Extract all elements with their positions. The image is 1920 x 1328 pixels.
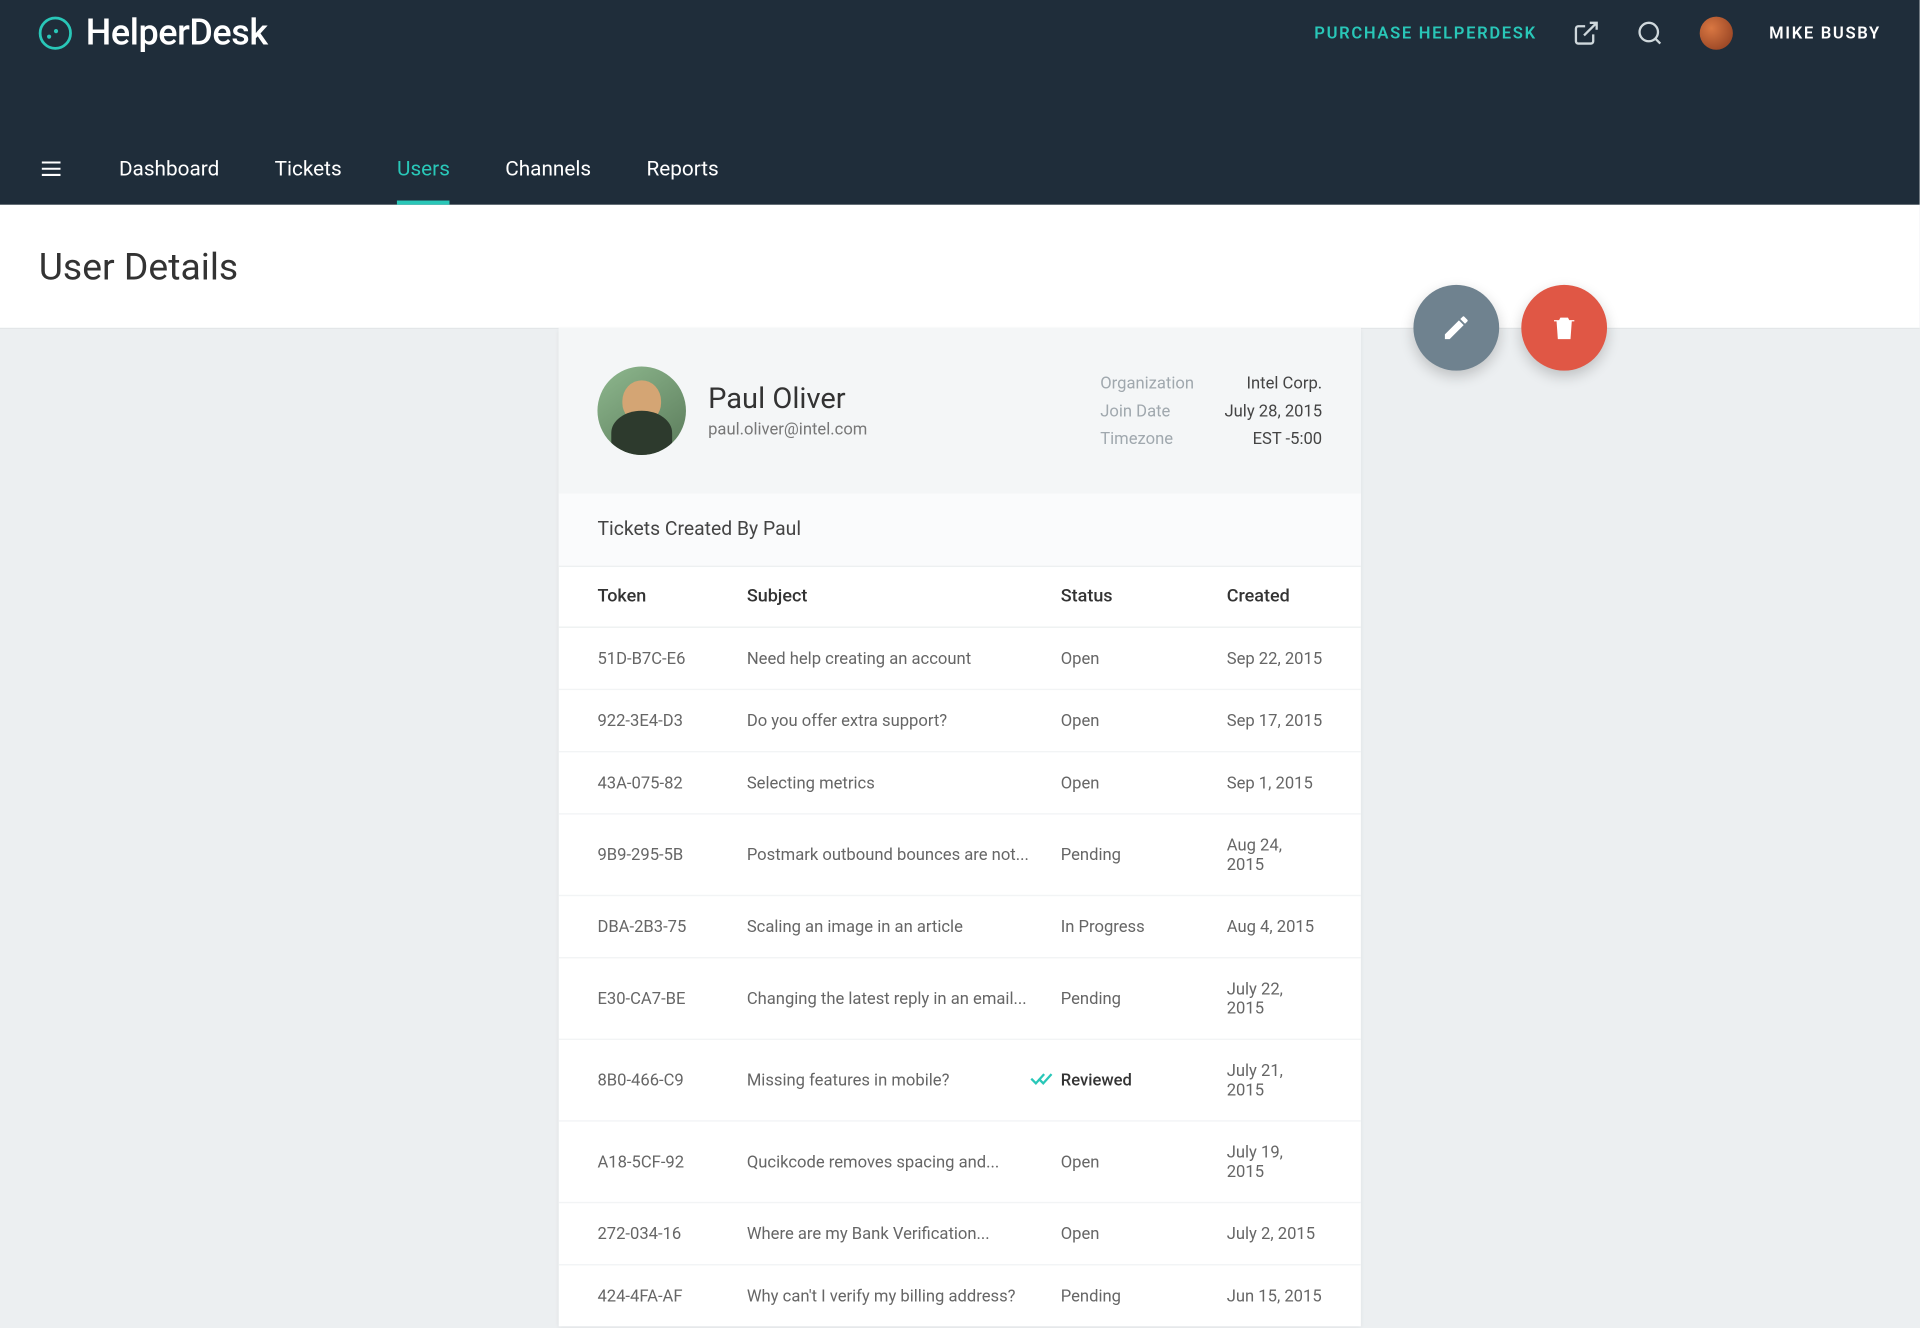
cell-status: Pending bbox=[1061, 1286, 1227, 1305]
pencil-icon bbox=[1441, 313, 1471, 343]
cell-token: 272-034-16 bbox=[597, 1224, 746, 1243]
table-row[interactable]: 43A-075-82Selecting metricsOpenSep 1, 20… bbox=[559, 752, 1361, 814]
cell-status: Open bbox=[1061, 1152, 1227, 1171]
meta-tz-label: Timezone bbox=[1100, 429, 1194, 448]
avatar bbox=[597, 366, 686, 455]
cell-created: Aug 24, 2015 bbox=[1227, 835, 1322, 874]
cell-token: E30-CA7-BE bbox=[597, 989, 746, 1008]
cell-created: Sep 1, 2015 bbox=[1227, 773, 1322, 792]
table-row[interactable]: DBA-2B3-75Scaling an image in an article… bbox=[559, 896, 1361, 958]
cell-token: 9B9-295-5B bbox=[597, 845, 746, 864]
page-title-bar: User Details bbox=[0, 205, 1920, 329]
cell-status: Open bbox=[1061, 711, 1227, 730]
cell-subject: Changing the latest reply in an email... bbox=[747, 989, 1061, 1008]
cell-created: Sep 22, 2015 bbox=[1227, 649, 1322, 668]
user-avatar-icon[interactable] bbox=[1700, 17, 1733, 50]
cell-created: Aug 4, 2015 bbox=[1227, 917, 1322, 936]
meta-org-label: Organization bbox=[1100, 373, 1194, 392]
col-token: Token bbox=[597, 586, 746, 607]
action-buttons bbox=[1413, 285, 1607, 371]
tickets-section-title: Tickets Created By Paul bbox=[559, 494, 1361, 567]
purchase-link[interactable]: PURCHASE HELPERDESK bbox=[1314, 24, 1537, 43]
table-row[interactable]: E30-CA7-BEChanging the latest reply in a… bbox=[559, 958, 1361, 1040]
col-created: Created bbox=[1227, 586, 1322, 607]
nav-item-users[interactable]: Users bbox=[397, 133, 450, 205]
app-header: HelperDesk PURCHASE HELPERDESK MIKE BUSB… bbox=[0, 0, 1920, 205]
current-user-name[interactable]: MIKE BUSBY bbox=[1769, 24, 1881, 43]
table-header: Token Subject Status Created bbox=[559, 567, 1361, 628]
cell-token: 43A-075-82 bbox=[597, 773, 746, 792]
brand-name: HelperDesk bbox=[86, 12, 268, 53]
cell-status: Open bbox=[1061, 649, 1227, 668]
cell-created: July 19, 2015 bbox=[1227, 1142, 1322, 1181]
open-external-icon[interactable] bbox=[1573, 19, 1601, 47]
edit-button[interactable] bbox=[1413, 285, 1499, 371]
cell-created: Jun 15, 2015 bbox=[1227, 1286, 1322, 1305]
table-row[interactable]: A18-5CF-92Qucikcode removes spacing and.… bbox=[559, 1122, 1361, 1204]
meta-tz-value: EST -5:00 bbox=[1224, 429, 1322, 448]
cell-token: 922-3E4-D3 bbox=[597, 711, 746, 730]
meta-join-label: Join Date bbox=[1100, 401, 1194, 420]
nav-item-channels[interactable]: Channels bbox=[505, 133, 591, 205]
cell-subject: Where are my Bank Verification... bbox=[747, 1224, 1061, 1243]
table-row[interactable]: 272-034-16Where are my Bank Verification… bbox=[559, 1203, 1361, 1265]
meta-join-value: July 28, 2015 bbox=[1224, 401, 1322, 420]
cell-created: Sep 17, 2015 bbox=[1227, 711, 1322, 730]
cell-created: July 22, 2015 bbox=[1227, 979, 1322, 1018]
cell-status: In Progress bbox=[1061, 917, 1227, 936]
content-area: Paul Oliver paul.oliver@intel.com Organi… bbox=[0, 329, 1920, 1328]
double-check-icon bbox=[1030, 1070, 1052, 1091]
cell-token: DBA-2B3-75 bbox=[597, 917, 746, 936]
cell-subject: Missing features in mobile? bbox=[747, 1070, 1061, 1089]
table-row[interactable]: 922-3E4-D3Do you offer extra support?Ope… bbox=[559, 690, 1361, 752]
cell-status: Reviewed bbox=[1030, 1070, 1226, 1091]
nav-item-tickets[interactable]: Tickets bbox=[275, 133, 342, 205]
cell-subject: Postmark outbound bounces are not... bbox=[747, 845, 1061, 864]
cell-token: 8B0-466-C9 bbox=[597, 1070, 746, 1089]
header-top: HelperDesk PURCHASE HELPERDESK MIKE BUSB… bbox=[0, 0, 1920, 133]
cell-status: Pending bbox=[1061, 989, 1227, 1008]
nav-item-reports[interactable]: Reports bbox=[646, 133, 718, 205]
cell-status: Open bbox=[1061, 1224, 1227, 1243]
page-title: User Details bbox=[39, 244, 238, 288]
hamburger-icon[interactable] bbox=[39, 156, 64, 181]
cell-token: A18-5CF-92 bbox=[597, 1152, 746, 1171]
brand-logo[interactable]: HelperDesk bbox=[39, 12, 268, 53]
meta-org-value: Intel Corp. bbox=[1224, 373, 1322, 392]
cell-subject: Need help creating an account bbox=[747, 649, 1061, 668]
cell-subject: Selecting metrics bbox=[747, 773, 1061, 792]
cell-created: July 2, 2015 bbox=[1227, 1224, 1322, 1243]
table-row[interactable]: 424-4FA-AFWhy can't I verify my billing … bbox=[559, 1265, 1361, 1326]
nav-item-dashboard[interactable]: Dashboard bbox=[119, 133, 219, 205]
col-status: Status bbox=[1061, 586, 1227, 607]
main-nav: Dashboard Tickets Users Channels Reports bbox=[0, 133, 1920, 205]
cell-subject: Scaling an image in an article bbox=[747, 917, 1061, 936]
search-icon[interactable] bbox=[1636, 19, 1664, 47]
trash-icon bbox=[1549, 313, 1579, 343]
cell-token: 51D-B7C-E6 bbox=[597, 649, 746, 668]
table-row[interactable]: 9B9-295-5BPostmark outbound bounces are … bbox=[559, 815, 1361, 897]
col-subject: Subject bbox=[747, 586, 1061, 607]
user-card: Paul Oliver paul.oliver@intel.com Organi… bbox=[559, 328, 1361, 1327]
table-row[interactable]: 8B0-466-C9Missing features in mobile?Rev… bbox=[559, 1040, 1361, 1122]
user-email: paul.oliver@intel.com bbox=[708, 419, 867, 438]
cell-subject: Do you offer extra support? bbox=[747, 711, 1061, 730]
logo-mark-icon bbox=[39, 17, 72, 50]
header-right: PURCHASE HELPERDESK MIKE BUSBY bbox=[1314, 17, 1881, 50]
cell-status: Pending bbox=[1061, 845, 1227, 864]
delete-button[interactable] bbox=[1521, 285, 1607, 371]
table-row[interactable]: 51D-B7C-E6Need help creating an accountO… bbox=[559, 628, 1361, 690]
cell-created: July 21, 2015 bbox=[1227, 1061, 1322, 1100]
user-name: Paul Oliver bbox=[708, 383, 867, 416]
cell-status: Open bbox=[1061, 773, 1227, 792]
cell-subject: Qucikcode removes spacing and... bbox=[747, 1152, 1061, 1171]
user-header: Paul Oliver paul.oliver@intel.com Organi… bbox=[559, 328, 1361, 494]
cell-subject: Why can't I verify my billing address? bbox=[747, 1286, 1061, 1305]
cell-token: 424-4FA-AF bbox=[597, 1286, 746, 1305]
user-meta: Organization Intel Corp. Join Date July … bbox=[1100, 373, 1322, 448]
user-identity: Paul Oliver paul.oliver@intel.com bbox=[597, 366, 867, 455]
